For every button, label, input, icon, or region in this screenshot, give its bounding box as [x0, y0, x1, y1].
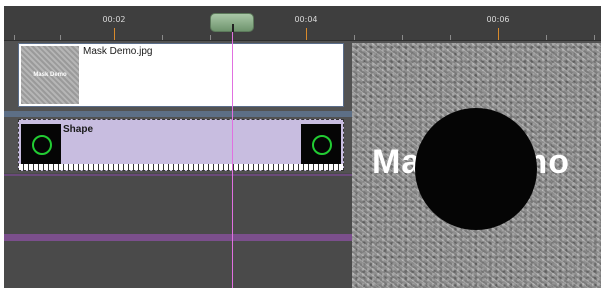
ruler-tick-minor [402, 35, 403, 40]
ruler-tick-minor [354, 35, 355, 40]
circle-ring [32, 135, 52, 155]
timeline-editor-window: 00:02 00:04 00:06 Mask Demo Mask Demo.jp… [4, 6, 601, 288]
playhead-handle[interactable] [210, 13, 254, 32]
shape-clip[interactable]: Shape [18, 119, 344, 171]
ruler-tick-minor [210, 35, 211, 40]
image-clip-title: Mask Demo.jpg [83, 46, 153, 57]
ruler-tick-minor [14, 35, 15, 40]
time-ruler[interactable]: 00:02 00:04 00:06 [4, 6, 601, 41]
playhead-line [232, 32, 233, 288]
shape-keyframe-strip [19, 164, 343, 170]
ruler-tick-major [114, 28, 115, 40]
ruler-tick-label: 00:02 [102, 15, 126, 24]
preview-pane: Mask Demo [352, 43, 601, 288]
image-clip-thumbnail: Mask Demo [21, 46, 79, 104]
ruler-tick-minor [162, 35, 163, 40]
thumbnail-text: Mask Demo [33, 72, 67, 78]
ruler-tick-major [498, 28, 499, 40]
green-circle-icon [301, 124, 341, 164]
image-clip[interactable]: Mask Demo Mask Demo.jpg [18, 43, 344, 107]
ruler-tick-minor [450, 35, 451, 40]
ruler-tick-minor [60, 35, 61, 40]
ruler-tick-label: 00:06 [486, 15, 510, 24]
shape-clip-title: Shape [63, 124, 94, 135]
ruler-tick-major [306, 28, 307, 40]
circle-ring [312, 135, 332, 155]
mask-circle [415, 108, 537, 230]
ruler-tick-label: 00:04 [294, 15, 318, 24]
green-circle-icon [21, 124, 61, 164]
ruler-tick-minor [546, 35, 547, 40]
ruler-tick-minor [594, 35, 595, 40]
